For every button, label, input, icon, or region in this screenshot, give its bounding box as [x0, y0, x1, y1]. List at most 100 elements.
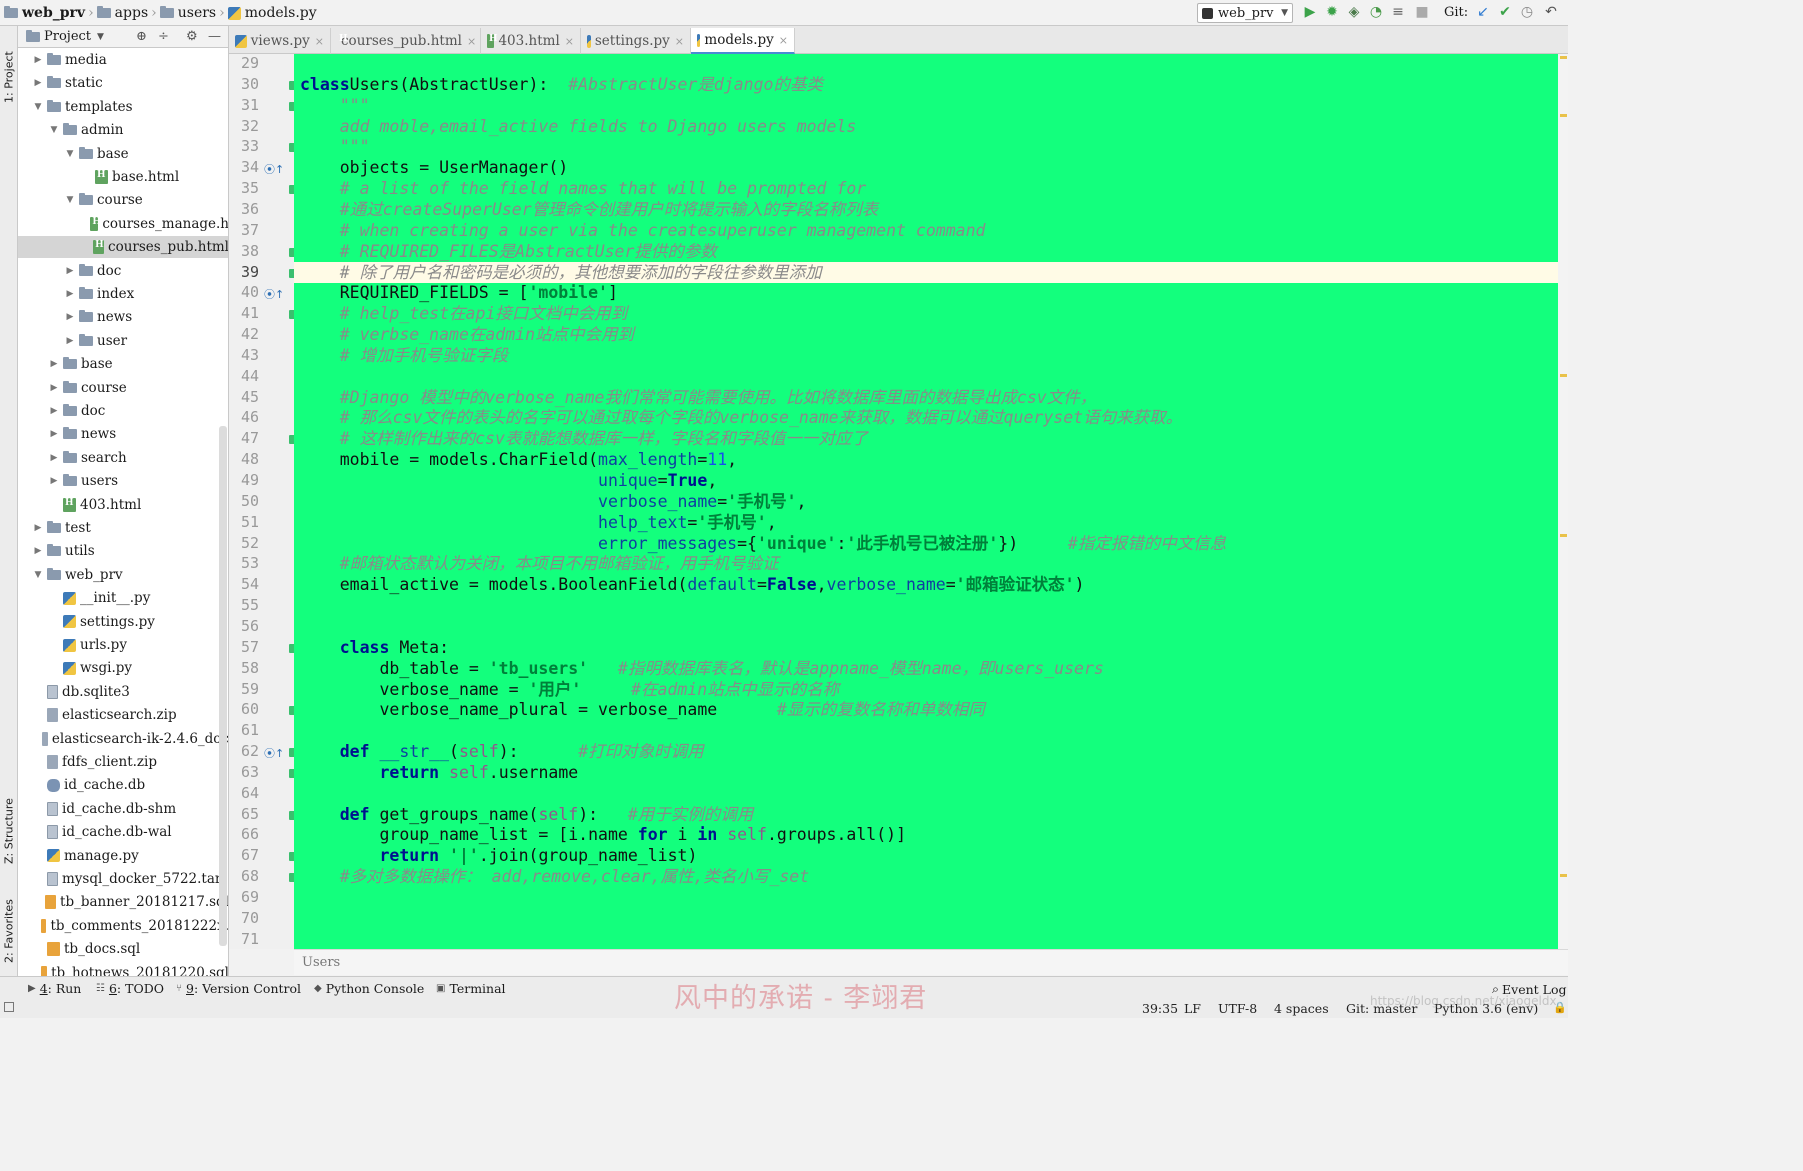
tree-item[interactable]: elasticsearch.zip: [18, 704, 228, 726]
tree-item[interactable]: courses_pub.html: [18, 236, 228, 259]
expand-arrow-icon[interactable]: ▶: [48, 383, 60, 393]
code-line[interactable]: [294, 616, 1558, 637]
tree-item[interactable]: ▶ test: [18, 517, 228, 539]
expand-arrow-icon[interactable]: ▼: [64, 149, 76, 159]
code-line[interactable]: return self.username: [294, 762, 1558, 783]
profile-icon[interactable]: ◔: [1368, 4, 1384, 20]
warning-mark[interactable]: [1560, 374, 1567, 377]
code-editor[interactable]: classUsers(AbstractUser): #AbstractUser是…: [294, 54, 1558, 949]
tree-item[interactable]: manage.py: [18, 845, 228, 867]
project-tool-tab[interactable]: 1: Project: [1, 32, 17, 122]
override-marker-icon[interactable]: ⦿↑: [264, 161, 284, 176]
tab-views-py[interactable]: views.py ×: [229, 28, 331, 54]
coverage-icon[interactable]: ◈: [1346, 4, 1362, 20]
code-line[interactable]: unique=True,: [294, 470, 1558, 491]
tree-item[interactable]: id_cache.db-shm: [18, 798, 228, 820]
tree-item[interactable]: fdfs_client.zip: [18, 751, 228, 773]
tab-403-html[interactable]: 403.html ×: [481, 28, 581, 54]
tree-scrollbar[interactable]: [219, 426, 227, 946]
tree-item[interactable]: courses_manage.h: [18, 213, 228, 235]
tree-item[interactable]: db.sqlite3: [18, 681, 228, 703]
tree-item[interactable]: mysql_docker_5722.tar: [18, 868, 228, 890]
expand-arrow-icon[interactable]: ▶: [64, 336, 76, 346]
tab-settings-py[interactable]: settings.py ×: [581, 28, 691, 54]
code-line[interactable]: group_name_list = [i.name for i in self.…: [294, 824, 1558, 845]
expand-arrow-icon[interactable]: ▶: [48, 406, 60, 416]
expand-arrow-icon[interactable]: ▼: [32, 570, 44, 580]
gear-icon[interactable]: ⚙: [186, 29, 198, 44]
tool-window-run[interactable]: ▶ 4: Run: [28, 981, 81, 996]
expand-arrow-icon[interactable]: ▶: [64, 266, 76, 276]
expand-arrow-icon[interactable]: ▶: [48, 453, 60, 463]
code-line[interactable]: # verbse_name在admin站点中会用到: [294, 324, 1558, 345]
tool-window-python-console[interactable]: ◆ Python Console: [314, 981, 424, 996]
code-line[interactable]: class Meta:: [294, 637, 1558, 658]
structure-tool-tab[interactable]: Z: Structure: [1, 786, 17, 876]
warning-mark[interactable]: [1560, 56, 1567, 59]
expand-arrow-icon[interactable]: ▼: [64, 195, 76, 205]
run-configuration-select[interactable]: web_prv ▼: [1197, 3, 1293, 23]
stop-icon[interactable]: ■: [1414, 4, 1430, 20]
tree-item[interactable]: urls.py: [18, 634, 228, 656]
tree-item[interactable]: ▶ course: [18, 377, 228, 399]
code-line[interactable]: # 这样制作出来的csv表就能想数据库一样，字段名和字段值一一对应了: [294, 428, 1558, 449]
code-line[interactable]: # help_test在api接口文档中会用到: [294, 303, 1558, 324]
warning-mark[interactable]: [1560, 874, 1567, 877]
code-line[interactable]: # 除了用户名和密码是必须的，其他想要添加的字段往参数里添加: [294, 261, 1558, 283]
tree-item[interactable]: ▶ utils: [18, 540, 228, 562]
tree-item[interactable]: ▶ base: [18, 353, 228, 375]
expand-arrow-icon[interactable]: ▼: [48, 125, 60, 135]
line-separator[interactable]: LF: [1184, 1001, 1201, 1016]
expand-arrow-icon[interactable]: ▶: [32, 55, 44, 65]
code-line[interactable]: #多对多数据操作： add,remove,clear,属性,类名小写_set: [294, 866, 1558, 887]
code-line[interactable]: verbose_name_plural = verbose_name #显示的复…: [294, 699, 1558, 720]
breadcrumb-apps[interactable]: apps: [115, 5, 148, 21]
code-line[interactable]: # 增加手机号验证字段: [294, 345, 1558, 366]
code-line[interactable]: def __str__(self): #打印对象时调用: [294, 741, 1558, 762]
code-line[interactable]: #通过createSuperUser管理命令创建用户时将提示输入的字段名称列表: [294, 199, 1558, 220]
code-line[interactable]: [294, 929, 1558, 949]
code-line[interactable]: mobile = models.CharField(max_length=11,: [294, 449, 1558, 470]
collapse-all-icon[interactable]: ÷: [158, 29, 169, 44]
expand-arrow-icon[interactable]: ▶: [64, 289, 76, 299]
code-line[interactable]: [294, 54, 1558, 74]
locate-icon[interactable]: ⊕: [136, 29, 147, 44]
tab-courses-pub-html[interactable]: courses_pub.html ×: [331, 28, 481, 54]
tree-item[interactable]: ▼ templates: [18, 96, 228, 118]
close-icon[interactable]: ×: [315, 35, 324, 48]
code-line[interactable]: [294, 720, 1558, 741]
tool-window-terminal[interactable]: ▣ Terminal: [436, 981, 506, 996]
tree-item[interactable]: ▼ course: [18, 189, 228, 211]
chevron-down-icon[interactable]: ▼: [97, 32, 104, 42]
tree-item[interactable]: ▶ doc: [18, 400, 228, 422]
breadcrumb-project[interactable]: web_prv: [22, 5, 85, 21]
code-line[interactable]: # 那么csv文件的表头的名字可以通过取每个字段的verbose_name来获取…: [294, 407, 1558, 428]
tree-item[interactable]: elasticsearch-ik-2.4.6_doc: [18, 728, 228, 750]
indent-setting[interactable]: 4 spaces: [1274, 1001, 1329, 1016]
tree-item[interactable]: tb_banner_20181217.sql: [18, 891, 228, 913]
concurrency-icon[interactable]: ≡: [1390, 4, 1406, 20]
code-line[interactable]: email_active = models.BooleanField(defau…: [294, 574, 1558, 595]
run-icon[interactable]: ▶: [1302, 4, 1318, 20]
editor-breadcrumb-class[interactable]: Users: [302, 955, 340, 970]
tree-item[interactable]: ▶ media: [18, 49, 228, 71]
tab-models-py[interactable]: models.py ×: [691, 28, 795, 54]
override-marker-icon[interactable]: ⦿↑: [264, 286, 284, 301]
close-icon[interactable]: ×: [565, 35, 574, 48]
warning-mark[interactable]: [1560, 534, 1567, 537]
code-line[interactable]: [294, 366, 1558, 387]
code-line[interactable]: classUsers(AbstractUser): #AbstractUser是…: [294, 74, 1558, 95]
tree-item[interactable]: 403.html: [18, 494, 228, 516]
expand-arrow-icon[interactable]: ▶: [32, 546, 44, 556]
revert-icon[interactable]: ↶: [1543, 4, 1559, 20]
hide-icon[interactable]: —: [208, 29, 221, 44]
code-line[interactable]: db_table = 'tb_users' #指明数据库表名，默认是appnam…: [294, 658, 1558, 679]
caret-position[interactable]: 39:35: [1142, 1001, 1178, 1016]
expand-arrow-icon[interactable]: ▶: [48, 476, 60, 486]
code-line[interactable]: verbose_name = '用户' #在admin站点中显示的名称: [294, 679, 1558, 700]
tree-item[interactable]: tb_hotnews_20181220.sql: [18, 962, 228, 976]
tree-item[interactable]: wsgi.py: [18, 657, 228, 679]
code-line[interactable]: [294, 595, 1558, 616]
tree-item[interactable]: ▼ web_prv: [18, 564, 228, 586]
git-commit-icon[interactable]: ✔: [1497, 4, 1513, 20]
